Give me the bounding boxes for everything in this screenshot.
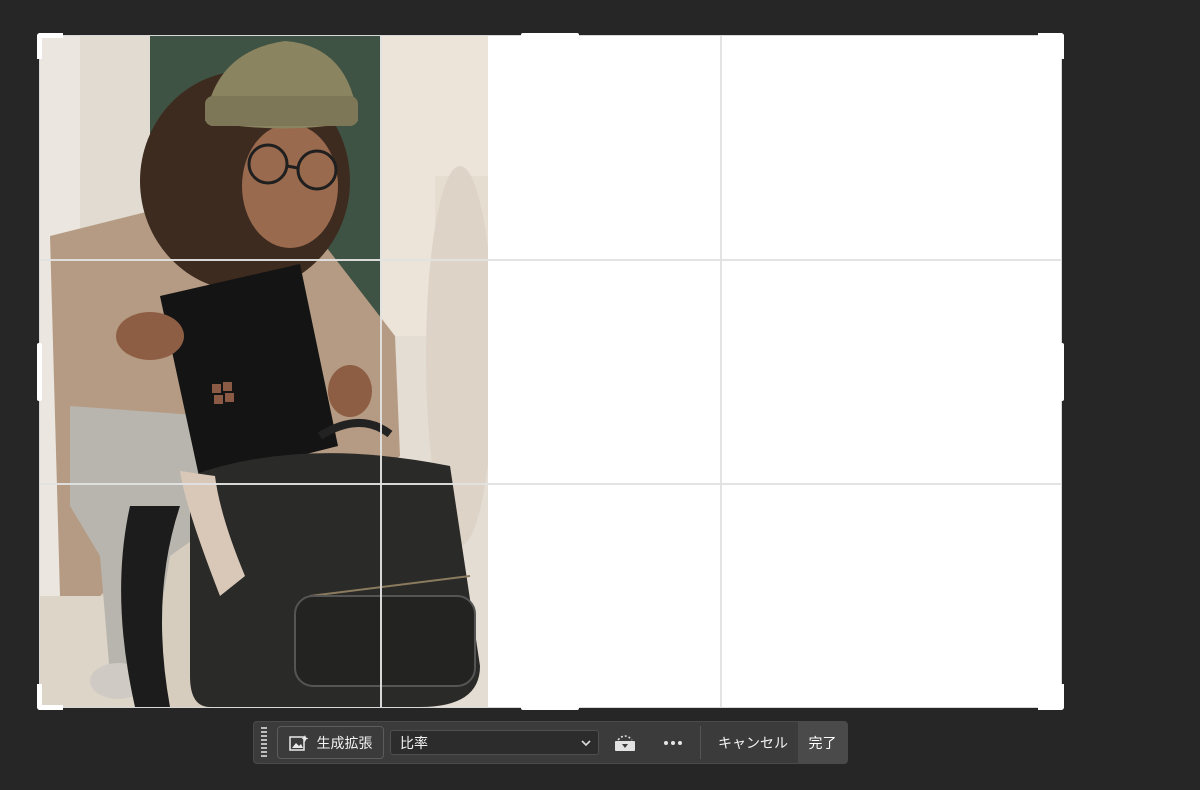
generative-expand-label: 生成拡張 [316,735,373,752]
crop-handle-top-left[interactable] [37,33,63,59]
toolbar-divider [700,726,701,759]
photo-image [40,36,488,707]
grid-line-vertical-1 [380,36,382,707]
ratio-select-value: 比率 [400,735,428,752]
contextual-task-bar: 生成拡張 比率 キャンセル 完了 [253,721,848,764]
straighten-button[interactable] [606,726,644,759]
more-options-button[interactable] [654,726,692,759]
cancel-button[interactable]: キャンセル [708,722,798,763]
crop-handle-top[interactable] [521,33,579,38]
chevron-down-icon [580,739,592,747]
grip-icon [261,726,267,759]
drag-handle[interactable] [256,722,272,763]
crop-handle-bottom[interactable] [521,705,579,710]
crop-frame[interactable] [39,35,1062,708]
done-button[interactable]: 完了 [798,722,847,763]
grid-line-horizontal-1 [40,259,1061,261]
grid-line-vertical-2 [720,36,722,707]
more-horizontal-icon [663,740,683,746]
crop-handle-top-right[interactable] [1038,33,1064,59]
crop-handle-left[interactable] [37,343,42,401]
straighten-icon [613,734,637,752]
ratio-select[interactable]: 比率 [390,730,599,755]
crop-handle-right[interactable] [1059,343,1064,401]
crop-handle-bottom-left[interactable] [37,684,63,710]
app-canvas: 生成拡張 比率 キャンセル 完了 [0,0,1200,790]
crop-handle-bottom-right[interactable] [1038,684,1064,710]
generative-expand-button[interactable]: 生成拡張 [277,726,384,759]
grid-line-horizontal-2 [40,483,1061,485]
generative-expand-icon [288,734,309,752]
